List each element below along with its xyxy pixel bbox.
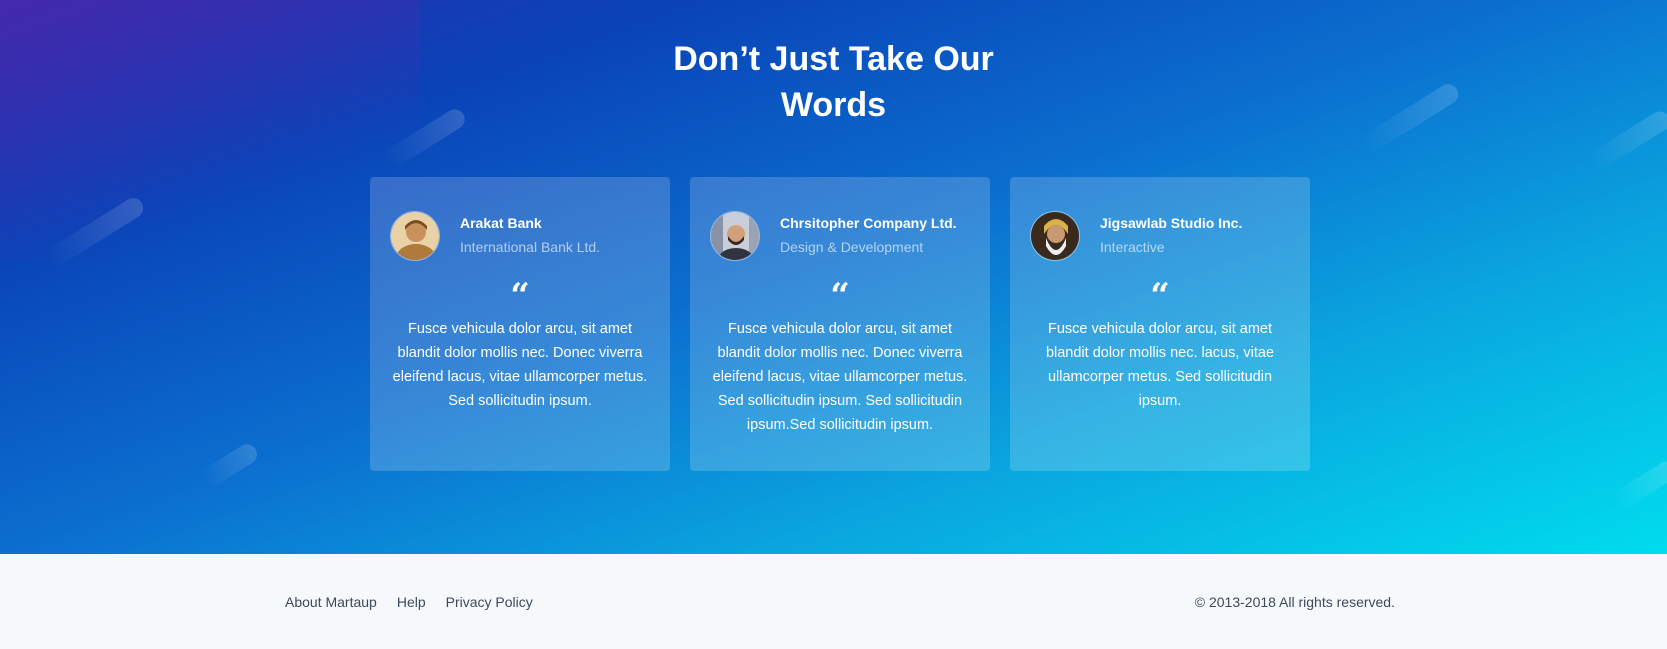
testimonial-name: Arakat Bank	[460, 215, 542, 231]
footer-link-help[interactable]: Help	[397, 594, 426, 610]
testimonial-role: Design & Development	[780, 239, 924, 255]
testimonial-cards: Arakat Bank International Bank Ltd. “ Fu…	[370, 177, 1310, 471]
section-heading: Don’t Just Take Our Words	[0, 36, 1667, 128]
testimonial-role: International Bank Ltd.	[460, 239, 601, 255]
quote-icon: “	[830, 276, 850, 316]
quote-icon: “	[510, 276, 530, 316]
avatar	[1030, 211, 1080, 261]
footer-link-privacy[interactable]: Privacy Policy	[446, 594, 533, 610]
testimonial-card: Chrsitopher Company Ltd. Design & Develo…	[690, 177, 990, 471]
section-title: Don’t Just Take Our Words	[673, 40, 994, 124]
footer-link-about[interactable]: About Martaup	[285, 594, 377, 610]
testimonial-name: Chrsitopher Company Ltd.	[780, 215, 957, 231]
testimonial-card: Jigsawlab Studio Inc. Interactive “ Fusc…	[1010, 177, 1310, 471]
footer: About Martaup Help Privacy Policy © 2013…	[0, 554, 1667, 649]
testimonial-name: Jigsawlab Studio Inc.	[1100, 215, 1243, 231]
avatar	[710, 211, 760, 261]
testimonials-section: Don’t Just Take Our Words Arakat Bank In…	[0, 0, 1667, 554]
testimonial-role: Interactive	[1100, 239, 1165, 255]
footer-nav: About Martaup Help Privacy Policy	[285, 594, 533, 610]
quote-icon: “	[1150, 276, 1170, 316]
avatar	[390, 211, 440, 261]
testimonial-text: Fusce vehicula dolor arcu, sit amet blan…	[712, 321, 968, 433]
testimonial-card: Arakat Bank International Bank Ltd. “ Fu…	[370, 177, 670, 471]
testimonial-text: Fusce vehicula dolor arcu, sit amet blan…	[1045, 321, 1275, 409]
copyright-text: © 2013-2018 All rights reserved.	[1194, 594, 1395, 610]
testimonial-text: Fusce vehicula dolor arcu, sit amet blan…	[392, 321, 648, 409]
